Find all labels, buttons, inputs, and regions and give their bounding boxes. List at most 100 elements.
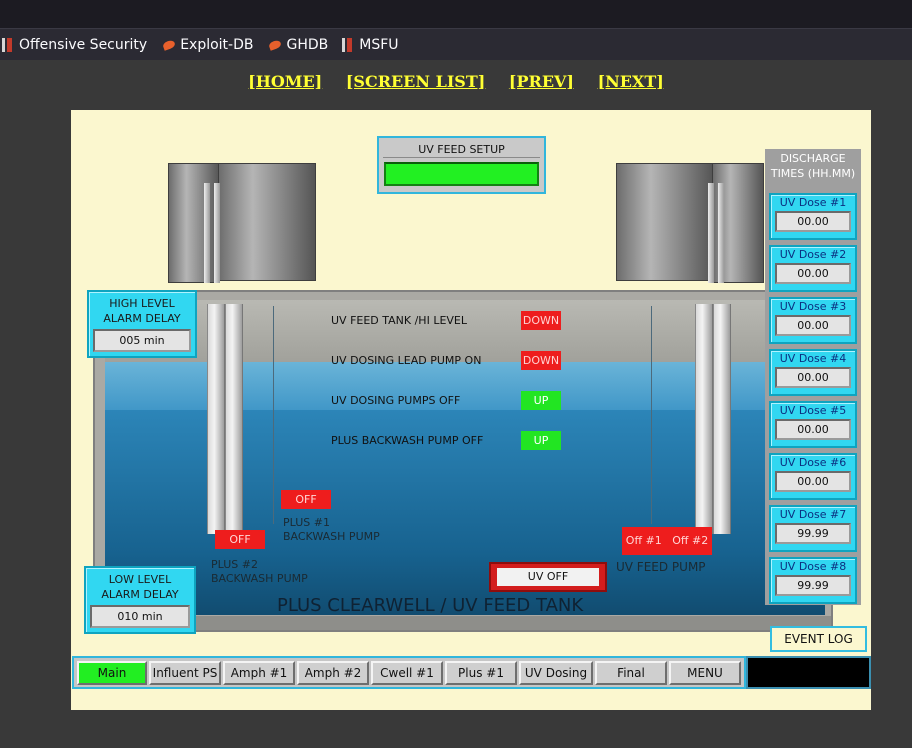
- uv-dose-5[interactable]: UV Dose #5 00.00: [769, 401, 857, 448]
- tab-influent-ps[interactable]: Influent PS: [149, 660, 221, 685]
- uv-dose-value[interactable]: 00.00: [775, 471, 851, 492]
- plus1-pump-label-line1: PLUS #1: [283, 516, 330, 529]
- uv-off-button[interactable]: UV OFF: [489, 562, 607, 592]
- bookmarks-bar: Offensive Security Exploit-DB GHDB MSFU: [0, 30, 912, 60]
- uv-dose-name: UV Dose #4: [779, 352, 847, 365]
- uv-dose-value[interactable]: 00.00: [775, 211, 851, 232]
- low-level-alarm-delay[interactable]: LOW LEVEL ALARM DELAY 010 min: [84, 566, 196, 634]
- uv-dose-name: UV Dose #6: [779, 456, 847, 469]
- hmi-panel: UV FEED SETUP HIGH LEVEL ALARM DELAY 005…: [71, 110, 871, 710]
- tab-amph-2[interactable]: Amph #2: [297, 660, 369, 685]
- bookmark-msfu[interactable]: MSFU: [340, 37, 399, 53]
- uv-feed-pump-1-state: Off #1: [625, 534, 662, 547]
- low-alarm-value[interactable]: 010 min: [90, 605, 190, 628]
- uv-feed-setup-label: UV FEED SETUP: [383, 138, 540, 158]
- browser-tab-strip: [0, 0, 912, 29]
- right-pump-housing: [616, 163, 764, 283]
- status-label: UV FEED TANK /HI LEVEL: [331, 314, 467, 327]
- uv-feed-pump-state[interactable]: Off #1 Off #2: [622, 527, 712, 555]
- uv-dose-8[interactable]: UV Dose #8 99.99: [769, 557, 857, 604]
- uv-dose-name: UV Dose #5: [779, 404, 847, 417]
- uv-dose-value[interactable]: 00.00: [775, 263, 851, 284]
- uv-dose-7[interactable]: UV Dose #7 99.99: [769, 505, 857, 552]
- uv-dose-value[interactable]: 99.99: [775, 523, 851, 544]
- high-alarm-value[interactable]: 005 min: [93, 329, 191, 352]
- tab-final[interactable]: Final: [595, 660, 667, 685]
- status-indicator: UP: [521, 391, 561, 410]
- high-level-alarm-delay[interactable]: HIGH LEVEL ALARM DELAY 005 min: [87, 290, 197, 358]
- discharge-header-line1: DISCHARGE: [780, 152, 846, 165]
- uv-dose-value[interactable]: 00.00: [775, 419, 851, 440]
- status-indicator: DOWN: [521, 351, 561, 370]
- bookmark-offensive-security[interactable]: Offensive Security: [0, 37, 147, 53]
- ghdb-icon: [268, 39, 283, 51]
- discharge-header: DISCHARGE TIMES (HH.MM): [765, 149, 861, 189]
- bookmark-label: Exploit-DB: [180, 37, 254, 53]
- status-label: UV DOSING LEAD PUMP ON: [331, 354, 482, 367]
- event-log-button[interactable]: EVENT LOG: [770, 626, 867, 652]
- status-indicator: UP: [521, 431, 561, 450]
- screen-nav: [HOME] [SCREEN LIST] [PREV] [NEXT]: [0, 72, 912, 91]
- next-link[interactable]: [NEXT]: [598, 72, 664, 91]
- uv-dose-1[interactable]: UV Dose #1 00.00: [769, 193, 857, 240]
- tab-plus-1[interactable]: Plus #1: [445, 660, 517, 685]
- plus1-pump-label-line2: BACKWASH PUMP: [283, 530, 380, 543]
- plus2-pump-label-line1: PLUS #2: [211, 558, 258, 571]
- uv-dose-name: UV Dose #2: [779, 248, 847, 261]
- uv-feed-pump-2-state: Off #2: [672, 534, 709, 547]
- left-pipe: [207, 304, 225, 534]
- tab-main[interactable]: Main: [77, 660, 147, 685]
- uv-dose-name: UV Dose #1: [779, 196, 847, 209]
- bookmark-ghdb[interactable]: GHDB: [265, 37, 328, 53]
- msfu-icon: [340, 37, 354, 53]
- uv-dose-6[interactable]: UV Dose #6 00.00: [769, 453, 857, 500]
- uv-feed-setup-status: [384, 162, 539, 186]
- plus2-pump-state[interactable]: OFF: [215, 530, 265, 549]
- tab-amph-1[interactable]: Amph #1: [223, 660, 295, 685]
- uv-feed-pump-label: UV FEED PUMP: [616, 560, 706, 574]
- uv-dose-value[interactable]: 99.99: [775, 575, 851, 596]
- discharge-times-panel: DISCHARGE TIMES (HH.MM) UV Dose #1 00.00 …: [765, 149, 861, 605]
- bookmark-label: MSFU: [359, 37, 399, 53]
- clearwell-tank: [93, 290, 833, 632]
- bookmark-exploit-db[interactable]: Exploit-DB: [159, 37, 253, 53]
- uv-dose-2[interactable]: UV Dose #2 00.00: [769, 245, 857, 292]
- status-label: PLUS BACKWASH PUMP OFF: [331, 434, 484, 447]
- alarm-display: [746, 656, 871, 689]
- bookmark-label: GHDB: [286, 37, 329, 53]
- uv-dose-name: UV Dose #7: [779, 508, 847, 521]
- left-pump-housing: [168, 163, 316, 283]
- uv-off-label: UV OFF: [497, 568, 599, 586]
- high-alarm-label: HIGH LEVEL ALARM DELAY: [103, 297, 181, 325]
- discharge-header-line2: TIMES (HH.MM): [770, 167, 856, 180]
- uv-dose-4[interactable]: UV Dose #4 00.00: [769, 349, 857, 396]
- tab-menu[interactable]: MENU: [669, 660, 741, 685]
- plus1-pump-state[interactable]: OFF: [281, 490, 331, 509]
- tab-uv-dosing[interactable]: UV Dosing: [519, 660, 593, 685]
- bookmark-label: Offensive Security: [19, 37, 148, 53]
- uv-dose-value[interactable]: 00.00: [775, 367, 851, 388]
- low-alarm-label: LOW LEVEL ALARM DELAY: [101, 573, 179, 601]
- plus1-pump-label: PLUS #1 BACKWASH PUMP: [283, 516, 380, 544]
- uv-dose-name: UV Dose #8: [779, 560, 847, 573]
- plus2-pump-label-line2: BACKWASH PUMP: [211, 572, 308, 585]
- status-indicator: DOWN: [521, 311, 561, 330]
- page-content: [HOME] [SCREEN LIST] [PREV] [NEXT] UV FE…: [0, 60, 912, 748]
- status-label: UV DOSING PUMPS OFF: [331, 394, 461, 407]
- left-pipe: [225, 304, 243, 534]
- right-pipe: [695, 304, 713, 534]
- plus2-pump-label: PLUS #2 BACKWASH PUMP: [211, 558, 308, 586]
- uv-dose-name: UV Dose #3: [779, 300, 847, 313]
- prev-link[interactable]: [PREV]: [509, 72, 574, 91]
- offsec-icon: [0, 37, 14, 53]
- screen-list-link[interactable]: [SCREEN LIST]: [346, 72, 486, 91]
- tank-title: PLUS CLEARWELL / UV FEED TANK: [277, 595, 584, 616]
- home-link[interactable]: [HOME]: [248, 72, 322, 91]
- exploit-db-icon: [162, 39, 177, 51]
- uv-dose-3[interactable]: UV Dose #3 00.00: [769, 297, 857, 344]
- right-pipe: [713, 304, 731, 534]
- uv-dose-value[interactable]: 00.00: [775, 315, 851, 336]
- uv-feed-setup-button[interactable]: UV FEED SETUP: [377, 136, 546, 194]
- screen-tab-bar: Main Influent PS Amph #1 Amph #2 Cwell #…: [72, 656, 746, 689]
- tab-cwell-1[interactable]: Cwell #1: [371, 660, 443, 685]
